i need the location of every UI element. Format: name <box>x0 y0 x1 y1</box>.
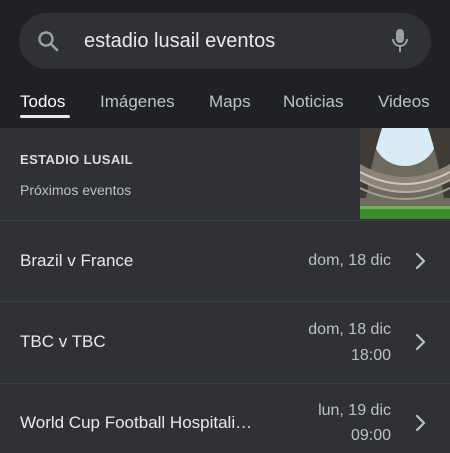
entity-subtitle: Próximos eventos <box>20 182 132 198</box>
chevron-right-icon <box>415 333 426 351</box>
tab-noticias[interactable]: Noticias <box>283 92 343 112</box>
search-input[interactable]: estadio lusail eventos <box>84 29 275 53</box>
event-date: dom, 18 dic <box>308 252 391 269</box>
event-row[interactable]: World Cup Football Hospitali… lun, 19 di… <box>0 384 450 453</box>
entity-title[interactable]: ESTADIO LUSAIL <box>20 152 133 167</box>
search-icon[interactable] <box>36 29 60 53</box>
stadium-thumbnail[interactable] <box>360 128 450 219</box>
tab-todos[interactable]: Todos <box>20 92 65 112</box>
event-name: TBC v TBC <box>20 332 106 351</box>
event-time: 18:00 <box>350 347 391 364</box>
event-row[interactable]: TBC v TBC dom, 18 dic 18:00 <box>0 302 450 383</box>
active-tab-indicator <box>20 115 70 118</box>
tab-imagenes[interactable]: Imágenes <box>100 92 175 112</box>
tab-videos[interactable]: Videos <box>378 92 430 112</box>
tab-maps[interactable]: Maps <box>209 92 251 112</box>
chevron-right-icon <box>415 252 426 270</box>
chevron-right-icon <box>415 414 426 432</box>
event-row[interactable]: Brazil v France dom, 18 dic <box>0 220 450 301</box>
events-card: ESTADIO LUSAIL Próximos eventos Brazil v… <box>0 128 450 453</box>
event-time: 09:00 <box>350 427 391 444</box>
event-name: World Cup Football Hospitali… <box>20 413 253 432</box>
search-results-page: estadio lusail eventos Todos Imágenes Ma… <box>0 0 450 453</box>
event-date: dom, 18 dic <box>308 321 391 338</box>
event-name: Brazil v France <box>20 251 134 270</box>
event-date: lun, 19 dic <box>318 402 391 419</box>
search-bar[interactable]: estadio lusail eventos <box>19 13 431 69</box>
microphone-icon[interactable] <box>390 28 410 54</box>
search-header: estadio lusail eventos Todos Imágenes Ma… <box>0 0 450 128</box>
stadium-image <box>360 128 450 219</box>
